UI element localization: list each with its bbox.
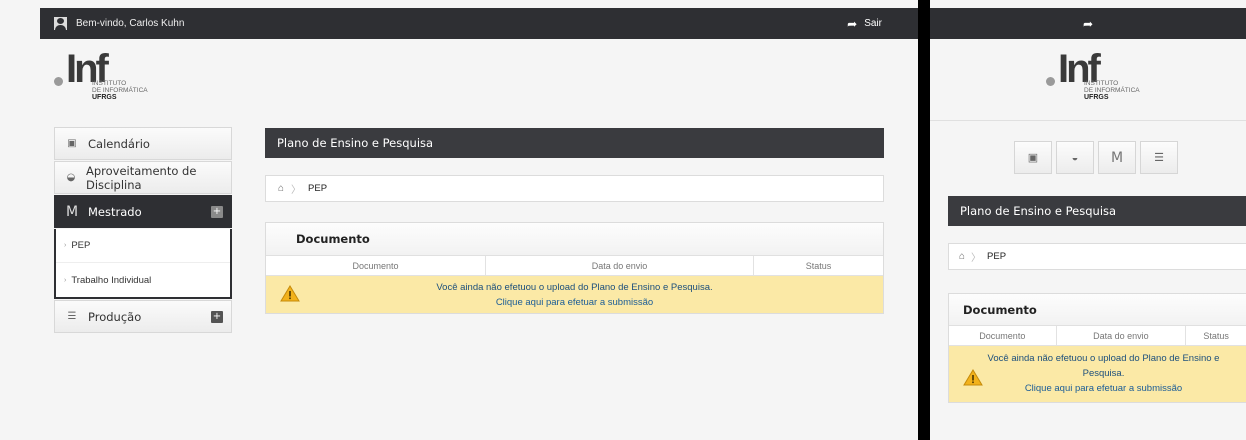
view-divider [918, 0, 930, 440]
column-header-data[interactable]: Data do envio [486, 256, 754, 275]
m-letter-icon[interactable]: M [1098, 141, 1136, 174]
warning-text: Você ainda não efetuou o upload do Plano… [436, 281, 713, 293]
document-heading: Documento [266, 223, 883, 256]
logout-label: Sair [864, 18, 882, 29]
table-header: Documento Data do envio Status [949, 326, 1246, 346]
mobile-breadcrumb: ⌂ 〉 PEP [948, 243, 1246, 270]
table-header: Documento Data do envio Status [266, 256, 883, 276]
top-bar: Bem-vindo, Carlos Kuhn ➦ Sair [40, 8, 918, 39]
logout-arrow-icon[interactable]: ➦ [1083, 17, 1093, 31]
inbox-icon: ◒ [66, 172, 76, 183]
list-icon[interactable]: ☰ [1140, 141, 1178, 174]
document-heading: Documento [949, 294, 1246, 326]
sidebar-item-label: Aproveitamento de Disciplina [85, 163, 197, 192]
sidebar-item-label: Produção [88, 309, 142, 324]
user-icon [54, 17, 67, 30]
breadcrumb: ⌂ 〉 PEP [265, 175, 884, 202]
logo-subtitle: INSTITUTO DE INFORMÁTICA UFRGS [1084, 80, 1140, 101]
home-icon[interactable]: ⌂ [959, 251, 965, 262]
sidebar-item-label: Calendário [88, 136, 150, 151]
mestrado-submenu: › PEP › Trabalho Individual [54, 229, 232, 299]
home-icon[interactable]: ⌂ [278, 183, 284, 194]
calendar-icon: ▣ [67, 138, 77, 149]
warning-alert: Você ainda não efetuou o upload do Plano… [949, 346, 1246, 402]
bullet-icon: › [64, 242, 67, 249]
share-arrow-icon: ➦ [847, 16, 858, 31]
mobile-inf-logo[interactable]: Inf INSTITUTO DE INFORMÁTICA UFRGS [1046, 49, 1140, 101]
warning-alert: Você ainda não efetuou o upload do Plano… [266, 276, 883, 313]
breadcrumb-current: PEP [987, 251, 1007, 262]
breadcrumb-separator: 〉 [971, 253, 982, 264]
submenu-item-trabalho-individual[interactable]: › Trabalho Individual [56, 263, 230, 297]
breadcrumb-separator: 〉 [291, 185, 302, 196]
inf-logo[interactable]: Inf INSTITUTO DE INFORMÁTICA UFRGS [54, 49, 148, 101]
warning-icon [963, 369, 983, 386]
desktop-view: Bem-vindo, Carlos Kuhn ➦ Sair Inf INSTIT… [0, 0, 918, 440]
mobile-view: ➦ Inf INSTITUTO DE INFORMÁTICA UFRGS ▣ ◒… [930, 0, 1246, 440]
column-header-status[interactable]: Status [1186, 326, 1246, 345]
sidebar: ▣ Calendário ◒ Aproveitamento de Discipl… [54, 127, 232, 334]
sidebar-item-calendario[interactable]: ▣ Calendário [54, 127, 232, 160]
logo-subtitle: INSTITUTO DE INFORMÁTICA UFRGS [92, 80, 148, 101]
column-header-data[interactable]: Data do envio [1057, 326, 1187, 345]
submenu-item-pep[interactable]: › PEP [56, 229, 230, 263]
list-icon: ☰ [67, 311, 77, 322]
submit-link[interactable]: Clique aqui para efetuar a submissão [1025, 383, 1182, 394]
welcome-text: Bem-vindo, Carlos Kuhn [76, 18, 185, 29]
logo-dot [1046, 77, 1055, 86]
m-letter-icon: M [65, 203, 79, 220]
column-header-status[interactable]: Status [754, 256, 883, 275]
document-panel: Documento Documento Data do envio Status… [265, 222, 884, 314]
warning-text: Você ainda não efetuou o upload do Plano… [987, 353, 1220, 379]
mobile-page-title: Plano de Ensino e Pesquisa [948, 196, 1246, 226]
page-title: Plano de Ensino e Pesquisa [265, 128, 884, 158]
bullet-icon: › [64, 276, 67, 284]
breadcrumb-current: PEP [308, 183, 328, 194]
warning-icon [280, 285, 300, 302]
expand-icon[interactable]: + [211, 311, 223, 323]
page: Bem-vindo, Carlos Kuhn ➦ Sair Inf INSTIT… [0, 0, 1246, 440]
submit-link[interactable]: Clique aqui para efetuar a submissão [496, 295, 653, 310]
sidebar-item-label: Mestrado [88, 204, 142, 219]
divider-line [930, 120, 1246, 121]
expand-icon[interactable]: + [211, 206, 223, 218]
mobile-document-panel: Documento Documento Data do envio Status… [948, 293, 1246, 403]
main-content: Plano de Ensino e Pesquisa ⌂ 〉 PEP Docum… [265, 128, 884, 314]
column-header-documento[interactable]: Documento [949, 326, 1057, 345]
sidebar-item-producao[interactable]: ☰ Produção + [54, 300, 232, 333]
inbox-icon[interactable]: ◒ [1056, 141, 1094, 174]
sidebar-item-aproveitamento[interactable]: ◒ Aproveitamento de Disciplina [54, 161, 232, 194]
sidebar-item-mestrado[interactable]: M Mestrado + [54, 195, 232, 228]
column-header-documento[interactable]: Documento [266, 256, 486, 275]
logo-dot [54, 77, 63, 86]
mobile-top-bar: ➦ [930, 8, 1246, 39]
logout-button[interactable]: ➦ Sair [847, 8, 882, 39]
calendar-icon[interactable]: ▣ [1014, 141, 1052, 174]
mobile-nav-icons: ▣ ◒ M ☰ [1014, 141, 1178, 174]
